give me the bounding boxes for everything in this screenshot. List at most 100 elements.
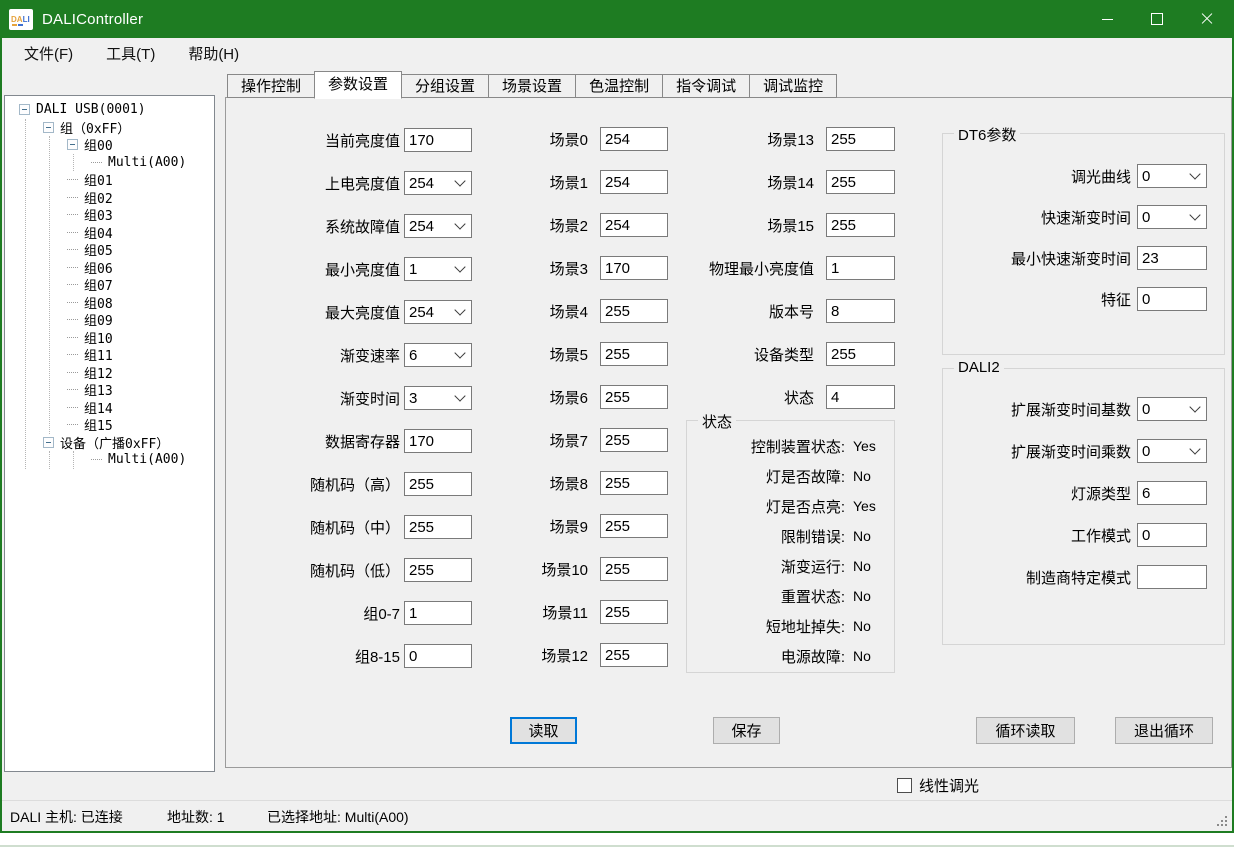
lamp-failure-value: No — [853, 468, 871, 484]
random-code-high-input[interactable] — [404, 472, 472, 496]
data-register-input[interactable] — [404, 429, 472, 453]
tree-item-label: 组00 — [84, 135, 113, 154]
tree-item[interactable]: Multi(A00) — [91, 154, 214, 172]
maximize-button[interactable] — [1132, 0, 1182, 38]
tab-scene-settings[interactable]: 场景设置 — [488, 74, 576, 98]
device-type-input[interactable] — [826, 342, 895, 366]
fast-fade-time-label: 快速渐变时间 — [951, 207, 1131, 228]
tree-item[interactable]: 组05 — [67, 241, 214, 259]
collapse-icon[interactable] — [43, 122, 54, 133]
scene-11-input[interactable] — [600, 600, 668, 624]
tree-item[interactable]: 组01 — [67, 171, 214, 189]
scene-9-input[interactable] — [600, 514, 668, 538]
scene-8-input[interactable] — [600, 471, 668, 495]
group-0-7-input[interactable] — [404, 601, 472, 625]
manufacturer-specific-mode-input[interactable] — [1137, 565, 1207, 589]
physical-min-level-input[interactable] — [826, 256, 895, 280]
tab-debug-monitor[interactable]: 调试监控 — [749, 74, 837, 98]
tree-item[interactable]: 组06 — [67, 259, 214, 277]
tree-item[interactable]: 组03 — [67, 206, 214, 224]
max-level-combobox[interactable]: 254 — [404, 300, 472, 324]
tree-item[interactable]: 组07 — [67, 276, 214, 294]
operating-mode-input[interactable] — [1137, 523, 1207, 547]
fade-rate-combobox[interactable]: 6 — [404, 343, 472, 367]
dimming-curve-value: 0 — [1142, 168, 1150, 185]
read-button[interactable]: 读取 — [510, 717, 577, 744]
current-level-input[interactable] — [404, 128, 472, 152]
tab-parameter-settings[interactable]: 参数设置 — [314, 71, 402, 99]
operating-mode-row: 工作模式 — [951, 523, 1207, 547]
tree-item[interactable]: 组10 — [67, 329, 214, 347]
random-code-mid-input[interactable] — [404, 515, 472, 539]
collapse-icon[interactable] — [19, 104, 30, 115]
tree-item[interactable]: 组11 — [67, 346, 214, 364]
tree-item[interactable]: 组09 — [67, 311, 214, 329]
minimize-button[interactable] — [1082, 0, 1132, 38]
scene-14-input[interactable] — [826, 170, 895, 194]
tab-command-debug[interactable]: 指令调试 — [662, 74, 750, 98]
limit-error-value: No — [853, 528, 871, 544]
extended-fade-base-value: 0 — [1142, 401, 1150, 418]
tree-item[interactable]: 组14 — [67, 399, 214, 417]
tree-item-label: 组06 — [84, 258, 113, 277]
status-value-input[interactable] — [826, 385, 895, 409]
save-button[interactable]: 保存 — [713, 717, 780, 744]
min-fast-fade-time-input[interactable] — [1137, 246, 1207, 270]
tree-item[interactable]: 组02 — [67, 189, 214, 207]
menu-help[interactable]: 帮助(H) — [186, 40, 241, 67]
min-level-combobox[interactable]: 1 — [404, 257, 472, 281]
random-code-low-input[interactable] — [404, 558, 472, 582]
fade-time-row: 渐变时间3 — [226, 386, 472, 410]
power-on-level-combobox[interactable]: 254 — [404, 171, 472, 195]
tree-item-label: 组02 — [84, 188, 113, 207]
version-number-input[interactable] — [826, 299, 895, 323]
system-failure-level-row: 系统故障值254 — [226, 214, 472, 238]
tree-item[interactable]: 组15 — [67, 416, 214, 434]
light-source-type-input[interactable] — [1137, 481, 1207, 505]
device-type-label: 设备类型 — [656, 344, 814, 365]
group-0-7-label: 组0-7 — [226, 603, 400, 624]
tree-item[interactable]: 组13 — [67, 381, 214, 399]
scene-10-input[interactable] — [600, 557, 668, 581]
scene-15-input[interactable] — [826, 213, 895, 237]
fast-fade-time-combobox[interactable]: 0 — [1137, 205, 1207, 229]
app-window: DALI DALIController 文件(F) 工具(T) 帮助(H) DA… — [0, 0, 1234, 833]
tree-expandable-item[interactable]: DALI USB(0001) — [19, 101, 214, 119]
exit-loop-button[interactable]: 退出循环 — [1115, 717, 1213, 744]
tab-group-settings[interactable]: 分组设置 — [401, 74, 489, 98]
scene-11-label: 场景11 — [506, 602, 588, 623]
tab-color-temp-control[interactable]: 色温控制 — [575, 74, 663, 98]
short-address-missing-value: No — [853, 618, 871, 634]
data-register-label: 数据寄存器 — [226, 431, 400, 452]
tree-expandable-item[interactable]: 组00 — [67, 136, 214, 154]
collapse-icon[interactable] — [43, 437, 54, 448]
scene-12-input[interactable] — [600, 643, 668, 667]
tree-item[interactable]: Multi(A00) — [91, 451, 214, 469]
tree-item[interactable]: 组08 — [67, 294, 214, 312]
features-input[interactable] — [1137, 287, 1207, 311]
extended-fade-multiplier-combobox[interactable]: 0 — [1137, 439, 1207, 463]
tree-item[interactable]: 组04 — [67, 224, 214, 242]
extended-fade-base-combobox[interactable]: 0 — [1137, 397, 1207, 421]
tree-expandable-item[interactable]: 组（0xFF） — [43, 119, 214, 137]
close-button[interactable] — [1182, 0, 1232, 38]
linear-dimming-label: 线性调光 — [919, 775, 979, 796]
group-8-15-row: 组8-15 — [226, 644, 472, 668]
resize-grip[interactable] — [1217, 816, 1227, 826]
menu-tools[interactable]: 工具(T) — [104, 40, 157, 67]
fade-time-combobox[interactable]: 3 — [404, 386, 472, 410]
scene-7-input[interactable] — [600, 428, 668, 452]
menu-file[interactable]: 文件(F) — [22, 40, 75, 67]
system-failure-level-combobox[interactable]: 254 — [404, 214, 472, 238]
tree-expandable-item[interactable]: 设备（广播0xFF） — [43, 434, 214, 452]
collapse-icon[interactable] — [67, 139, 78, 150]
loop-read-button[interactable]: 循环读取 — [976, 717, 1075, 744]
tree-item-label: 组12 — [84, 363, 113, 382]
dimming-curve-combobox[interactable]: 0 — [1137, 164, 1207, 188]
tab-operation-control[interactable]: 操作控制 — [227, 74, 315, 98]
scene-13-input[interactable] — [826, 127, 895, 151]
linear-dimming-checkbox[interactable] — [897, 778, 912, 793]
svg-text:DALI: DALI — [11, 15, 30, 24]
group-8-15-input[interactable] — [404, 644, 472, 668]
tree-item[interactable]: 组12 — [67, 364, 214, 382]
